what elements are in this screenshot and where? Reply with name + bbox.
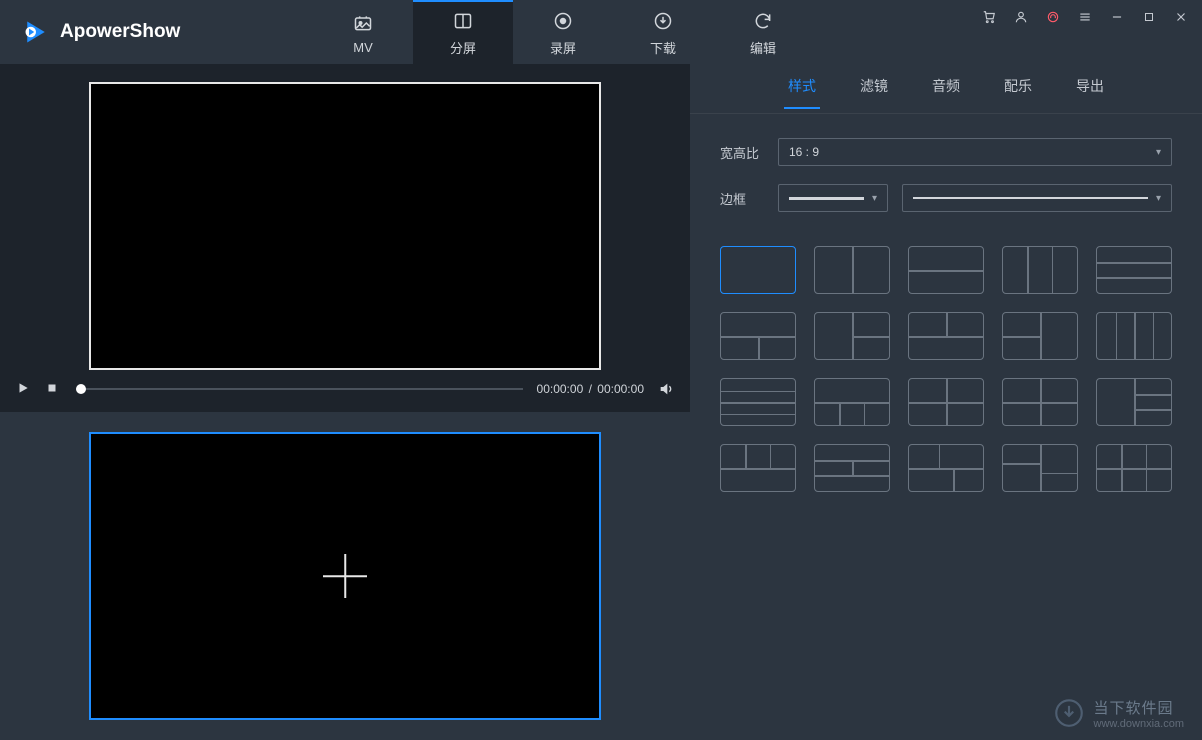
- titlebar-actions: [982, 10, 1188, 24]
- layout-2left-1right-split[interactable]: [1002, 378, 1078, 426]
- add-media-icon[interactable]: [323, 554, 367, 598]
- layout-2col[interactable]: [814, 246, 890, 294]
- split-icon: [452, 10, 474, 32]
- progress-bar[interactable]: [76, 388, 523, 390]
- layout-3row-midsplit[interactable]: [814, 444, 890, 492]
- tab-edit[interactable]: 编辑: [713, 0, 813, 64]
- layout-l-2top-bottom[interactable]: [908, 312, 984, 360]
- sub-tabs: 样式 滤镜 音频 配乐 导出: [690, 70, 1202, 114]
- support-icon[interactable]: [1046, 10, 1060, 24]
- line-thick-icon: [789, 197, 864, 200]
- progress-handle[interactable]: [76, 384, 86, 394]
- tab-split[interactable]: 分屏: [413, 0, 513, 64]
- subtab-filter[interactable]: 滤镜: [860, 76, 888, 108]
- editor-area: [0, 412, 690, 740]
- preview-area: [0, 64, 690, 380]
- aspect-ratio-row: 宽高比 16 : 9 ▾: [720, 138, 1172, 166]
- subtab-style[interactable]: 样式: [788, 76, 816, 108]
- tab-record[interactable]: 录屏: [513, 0, 613, 64]
- layout-3top-bottom[interactable]: [720, 444, 796, 492]
- editor-frame[interactable]: [89, 432, 601, 720]
- layout-top-3bottom[interactable]: [814, 378, 890, 426]
- layout-3col[interactable]: [1002, 246, 1078, 294]
- player-bar: 00:00:00 / 00:00:00: [0, 380, 690, 412]
- tab-mv[interactable]: MV: [313, 0, 413, 64]
- preview-frame: [89, 82, 601, 370]
- stop-button[interactable]: [46, 381, 62, 397]
- titlebar: ApowerShow MV 分屏 录屏 下载: [0, 0, 1202, 64]
- record-icon: [552, 10, 574, 32]
- layout-3row[interactable]: [1096, 246, 1172, 294]
- chevron-down-icon: ▾: [1156, 147, 1161, 158]
- border-label: 边框: [720, 189, 764, 208]
- layout-2row[interactable]: [908, 246, 984, 294]
- menu-icon[interactable]: [1078, 10, 1092, 24]
- layout-1x1[interactable]: [720, 246, 796, 294]
- download-icon: [652, 10, 674, 32]
- layout-4row[interactable]: [720, 378, 796, 426]
- layout-2top-2bot-offset[interactable]: [908, 444, 984, 492]
- border-row: 边框 ▾ ▾: [720, 184, 1172, 212]
- right-pane: 样式 滤镜 音频 配乐 导出 宽高比 16 : 9 ▾ 边框 ▾: [690, 64, 1202, 740]
- minimize-icon[interactable]: [1110, 10, 1124, 24]
- subtab-export[interactable]: 导出: [1076, 76, 1104, 108]
- left-pane: 00:00:00 / 00:00:00: [0, 64, 690, 740]
- border-color-select[interactable]: ▾: [902, 184, 1172, 212]
- logo-icon: [22, 18, 50, 46]
- app-name: ApowerShow: [60, 21, 180, 43]
- play-button[interactable]: [16, 381, 32, 397]
- layout-presets: [690, 246, 1202, 492]
- aspect-ratio-select[interactable]: 16 : 9 ▾: [778, 138, 1172, 166]
- style-controls: 宽高比 16 : 9 ▾ 边框 ▾ ▾: [690, 114, 1202, 246]
- layout-l-left-2right[interactable]: [814, 312, 890, 360]
- border-thickness-select[interactable]: ▾: [778, 184, 888, 212]
- maximize-icon[interactable]: [1142, 10, 1156, 24]
- aspect-ratio-label: 宽高比: [720, 143, 764, 162]
- cart-icon[interactable]: [982, 10, 996, 24]
- tab-download[interactable]: 下载: [613, 0, 713, 64]
- picture-icon: [352, 12, 374, 34]
- user-icon[interactable]: [1014, 10, 1028, 24]
- layout-2x2-offset[interactable]: [1002, 444, 1078, 492]
- volume-button[interactable]: [658, 381, 674, 397]
- time-display: 00:00:00 / 00:00:00: [537, 382, 644, 396]
- layout-3x2[interactable]: [1096, 444, 1172, 492]
- chevron-down-icon: ▾: [1156, 193, 1161, 204]
- layout-left-3right[interactable]: [1096, 378, 1172, 426]
- layout-4col[interactable]: [1096, 312, 1172, 360]
- line-color-icon: [913, 197, 1148, 199]
- content: 00:00:00 / 00:00:00 样式 滤镜 音频 配乐 导出 宽高比: [0, 64, 1202, 740]
- refresh-icon: [752, 10, 774, 32]
- main-tabs: MV 分屏 录屏 下载 编辑: [313, 0, 813, 64]
- layout-l-2left-right[interactable]: [1002, 312, 1078, 360]
- subtab-music[interactable]: 配乐: [1004, 76, 1032, 108]
- app-logo: ApowerShow: [22, 18, 180, 46]
- close-icon[interactable]: [1174, 10, 1188, 24]
- layout-2x2[interactable]: [908, 378, 984, 426]
- layout-l-top-2bottom[interactable]: [720, 312, 796, 360]
- chevron-down-icon: ▾: [872, 193, 877, 204]
- subtab-audio[interactable]: 音频: [932, 76, 960, 108]
